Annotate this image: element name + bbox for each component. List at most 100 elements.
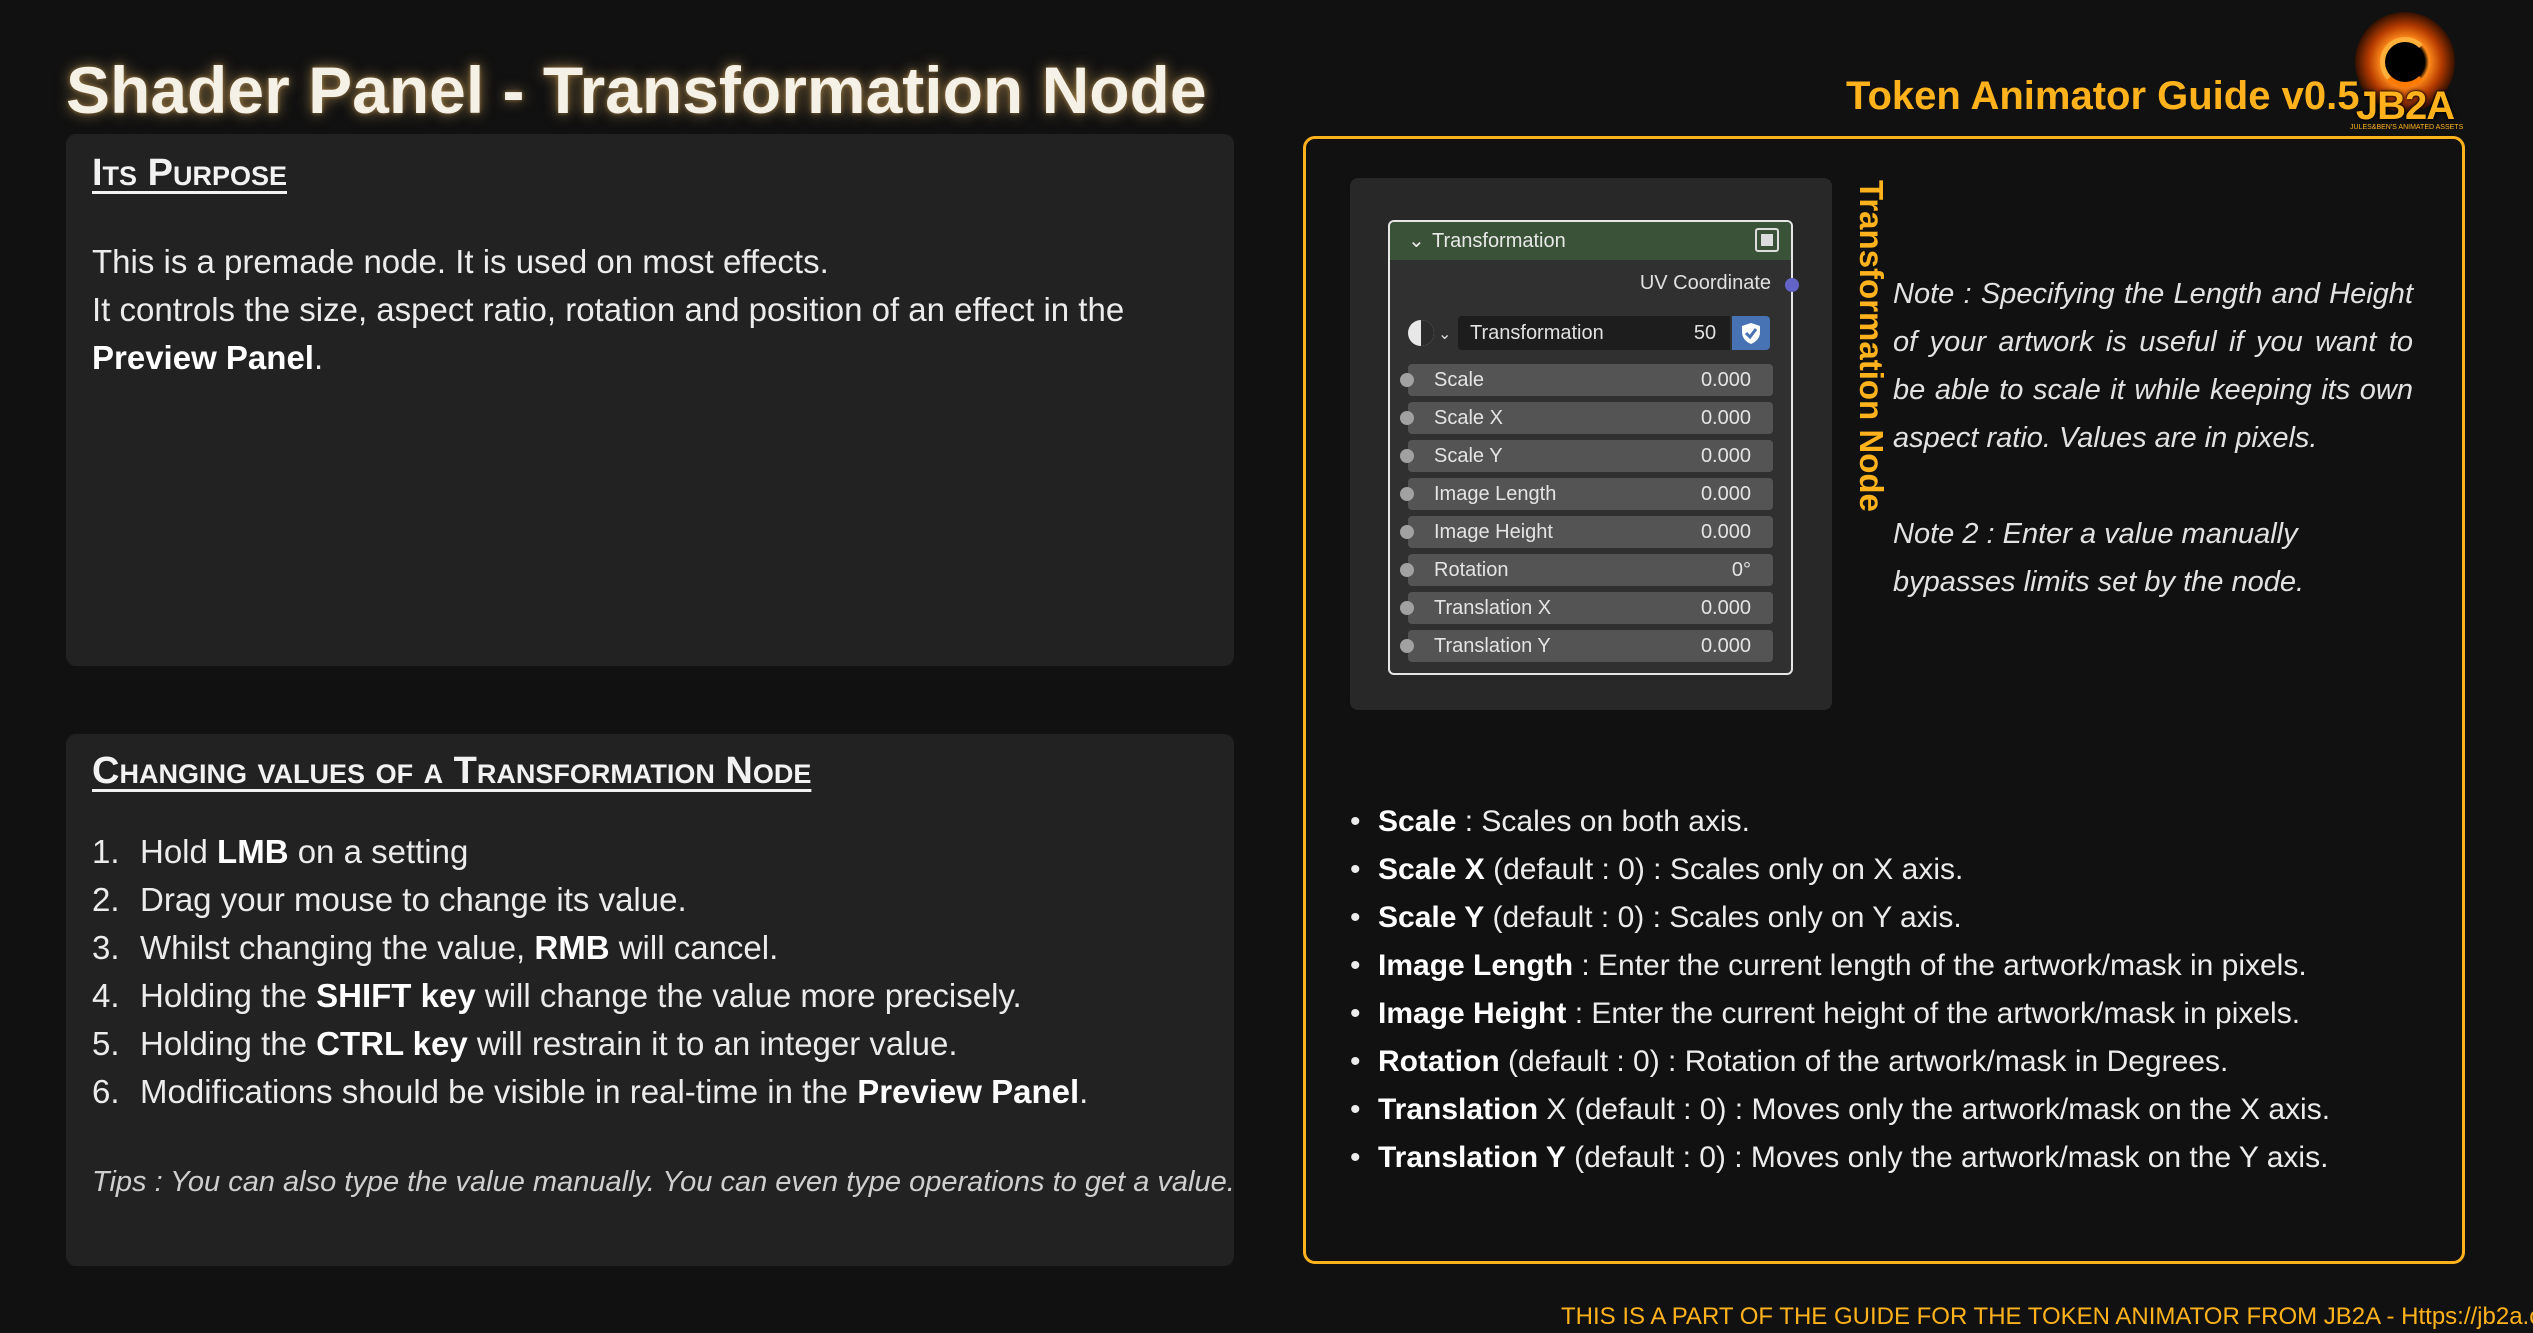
param-name: Scale Y (1378, 901, 1485, 934)
step-bold: CTRL key (316, 1025, 468, 1062)
purpose-line-2-end: . (313, 339, 324, 376)
field-value: 0.000 (1700, 483, 1751, 505)
translation-y-field[interactable]: Translation Y 0.000 (1400, 630, 1773, 662)
chevron-down-icon[interactable]: ⌄ (1438, 324, 1451, 344)
step-text-end: will restrain it to an integer value. (467, 1025, 958, 1062)
field-value: 0.000 (1700, 521, 1751, 543)
list-item: Image Height : Enter the current height … (1350, 990, 2440, 1038)
step-text: Drag your mouse to change its value. (140, 881, 687, 918)
param-description: : Enter the current height of the artwor… (1566, 997, 2301, 1030)
list-item: 5. Holding the CTRL key will restrain it … (92, 1020, 1232, 1068)
step-text-end: will change the value more precisely. (475, 977, 1022, 1014)
input-socket[interactable] (1400, 639, 1414, 653)
fake-user-button[interactable] (1732, 316, 1770, 350)
logo-text: JB2A (2355, 84, 2455, 128)
note-1: Note : Specifying the Length and Height … (1893, 278, 2413, 454)
list-item: Scale X (default : 0) : Scales only on X… (1350, 846, 2440, 894)
list-item: Scale : Scales on both axis. (1350, 798, 2440, 846)
node-tree-icon[interactable] (1408, 320, 1434, 346)
purpose-line-2-text: It controls the size, aspect ratio, rota… (92, 291, 1125, 328)
field-label: Image Height (1434, 521, 1553, 543)
step-text: Whilst changing the value, (140, 929, 535, 966)
step-number: 5. (92, 1025, 120, 1062)
input-socket[interactable] (1400, 487, 1414, 501)
node-header-label: Transformation (1432, 230, 1566, 252)
node-group-users-count[interactable]: 50 (1680, 316, 1730, 350)
image-height-field[interactable]: Image Height 0.000 (1400, 516, 1773, 548)
list-item: Image Length : Enter the current length … (1350, 942, 2440, 990)
list-item: 3. Whilst changing the value, RMB will ca… (92, 924, 1232, 972)
scale-y-field[interactable]: Scale Y 0.000 (1400, 440, 1773, 472)
param-name: Scale X (1378, 853, 1485, 886)
step-number: 1. (92, 833, 120, 870)
param-name: Translation (1378, 1093, 1539, 1126)
step-bold: Preview Panel (857, 1073, 1080, 1110)
step-bold: RMB (534, 929, 610, 966)
field-value: 0.000 (1700, 635, 1751, 657)
input-socket[interactable] (1400, 449, 1414, 463)
step-number: 6. (92, 1073, 120, 1110)
uv-output-label: UV Coordinate (1639, 272, 1771, 294)
param-name: Image Length (1378, 949, 1574, 982)
purpose-card (66, 134, 1234, 666)
list-item: 6. Modifications should be visible in rea… (92, 1068, 1232, 1116)
param-description: (default : 0) : Moves only the artwork/m… (1565, 1141, 2329, 1174)
step-number: 4. (92, 977, 120, 1014)
step-text-end: will cancel. (609, 929, 779, 966)
purpose-heading: Its Purpose (92, 152, 287, 194)
list-item: Scale Y (default : 0) : Scales only on Y… (1350, 894, 2440, 942)
field-value: 0.000 (1700, 597, 1751, 619)
swirl-icon (2380, 37, 2430, 87)
guide-title: Token Animator Guide v0.5 (1846, 74, 2360, 118)
param-description: (default : 0) : Scales only on X axis. (1484, 853, 1964, 886)
input-socket[interactable] (1400, 373, 1414, 387)
field-label: Image Length (1434, 483, 1557, 505)
node-group-name-field[interactable]: Transformation (1458, 316, 1680, 350)
input-socket[interactable] (1400, 563, 1414, 577)
list-item: Translation Y (default : 0) : Moves only… (1350, 1134, 2440, 1182)
step-number: 3. (92, 929, 120, 966)
param-description: (default : 0) : Rotation of the artwork/… (1499, 1045, 2229, 1078)
shield-icon (1742, 323, 1760, 344)
rotation-field[interactable]: Rotation 0° (1400, 554, 1773, 586)
preview-panel-bold: Preview Panel (92, 339, 314, 376)
field-value: 0.000 (1700, 445, 1751, 467)
node-header[interactable]: ⌄ Transformation (1390, 222, 1791, 260)
footer-text[interactable]: THIS IS A PART OF THE GUIDE FOR THE TOKE… (1561, 1303, 2533, 1331)
step-text-end: on a setting (288, 833, 469, 870)
param-description: : Scales on both axis. (1456, 805, 1750, 838)
field-label: Scale Y (1434, 445, 1503, 467)
step-text-end: . (1079, 1073, 1089, 1110)
image-length-field[interactable]: Image Length 0.000 (1400, 478, 1773, 510)
scale-x-field[interactable]: Scale X 0.000 (1400, 402, 1773, 434)
step-text: Modifications should be visible in real-… (140, 1073, 858, 1110)
param-name: Image Height (1378, 997, 1567, 1030)
purpose-line-1: This is a premade node. It is used on mo… (92, 243, 829, 280)
changing-heading: Changing values of a Transformation Node (92, 750, 812, 792)
purpose-line-2: It controls the size, aspect ratio, rota… (92, 286, 1222, 382)
step-text: Holding the (140, 1025, 317, 1062)
field-label: Scale X (1434, 407, 1503, 429)
uv-output-socket[interactable] (1785, 278, 1799, 292)
purpose-text: This is a premade node. It is used on mo… (92, 238, 1222, 382)
step-bold: SHIFT key (316, 977, 476, 1014)
input-socket[interactable] (1400, 525, 1414, 539)
field-label: Rotation (1434, 559, 1509, 581)
input-socket[interactable] (1400, 411, 1414, 425)
field-label: Translation Y (1434, 635, 1551, 657)
transformation-node[interactable]: ⌄ Transformation UV Coordinate ⌄ Transfo… (1388, 220, 1799, 675)
field-value: 0.000 (1700, 407, 1751, 429)
param-description: : Enter the current length of the artwor… (1573, 949, 2307, 982)
jb2a-logo: JB2A JULES&BEN'S ANIMATED ASSETS (2350, 12, 2463, 131)
param-description: (default : 0) : Scales only on Y axis. (1484, 901, 1962, 934)
node-group-icon[interactable] (1755, 228, 1779, 252)
list-item: Translation X (default : 0) : Moves only… (1350, 1086, 2440, 1134)
input-socket[interactable] (1400, 601, 1414, 615)
steps-list: 1. Hold LMB on a setting 2. Drag your mous… (92, 828, 1232, 1116)
list-item: 1. Hold LMB on a setting (92, 828, 1232, 876)
chevron-down-icon[interactable]: ⌄ (1408, 228, 1425, 253)
translation-x-field[interactable]: Translation X 0.000 (1400, 592, 1773, 624)
list-item: 4. Holding the SHIFT key will change the … (92, 972, 1232, 1020)
scale-field[interactable]: Scale 0.000 (1400, 364, 1773, 396)
step-bold: LMB (217, 833, 289, 870)
